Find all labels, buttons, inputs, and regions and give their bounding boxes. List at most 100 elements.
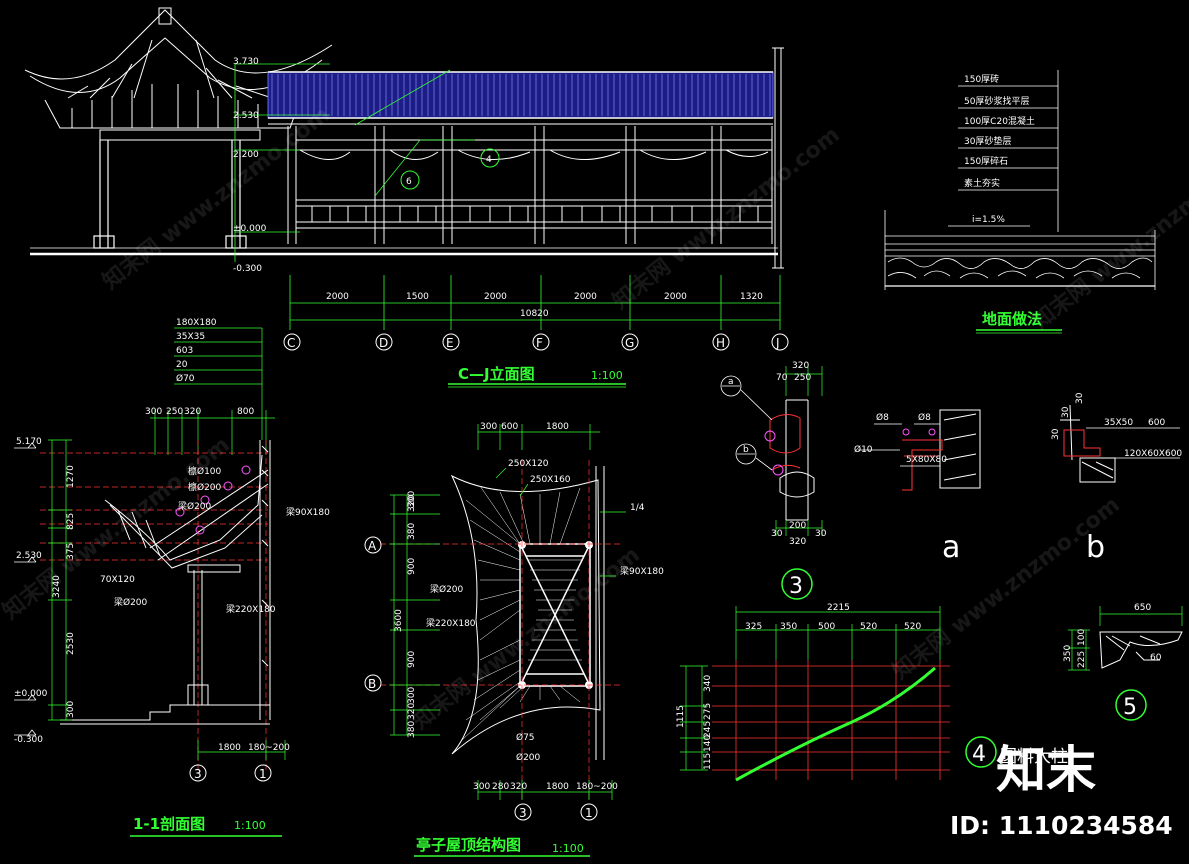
dim-label: 300 <box>66 701 76 718</box>
dim-label: 275 <box>703 703 713 720</box>
dim-label: 320 <box>792 361 809 371</box>
detail-b-bracket <box>1063 429 1101 457</box>
span-label: 2000 <box>574 292 597 302</box>
dim-label: 30 <box>771 529 783 539</box>
dim-label: 1800 <box>546 422 569 432</box>
member-label: 梁Ø200 <box>178 500 212 512</box>
member-label: Ø75 <box>516 732 535 743</box>
brand-mark: 知末 <box>996 741 1096 799</box>
section-note: 180X180 <box>176 318 217 328</box>
level-label: 2.530 <box>16 551 42 561</box>
detail-5-profile <box>1099 631 1183 669</box>
roof-side-dim-labels: 320 380 300 900 3600 900 300 320 380 <box>394 491 417 738</box>
detail-3-dimensions <box>775 366 823 536</box>
section-note: 603 <box>176 346 193 356</box>
floor-layer: 150厚碎石 <box>964 155 1008 167</box>
total-length-label: 10820 <box>520 309 549 319</box>
axis-label: G <box>625 336 634 350</box>
elevation-dimension-chain <box>289 275 781 330</box>
dim-label: 380 <box>407 523 417 540</box>
axis-label: 1 <box>259 767 267 781</box>
watermark-text: 知末网 www.znzmo.com <box>408 542 645 735</box>
detail-5: 650 350 225 100 60 5 <box>1063 603 1183 721</box>
dim-label: 600 <box>501 422 518 432</box>
detail-3: a b 320 70 250 30 200 30 320 3 <box>720 361 827 600</box>
watermark-text: 知末网 www.znzmo.com <box>1028 142 1189 335</box>
roof-outline <box>450 474 601 755</box>
dim-label: 300 <box>407 491 417 508</box>
axis-label: F <box>536 336 543 350</box>
dim-label: 180~200 <box>576 782 618 792</box>
axis-label: 1 <box>585 806 593 820</box>
dim-label: 3600 <box>394 609 404 632</box>
span-label: 1500 <box>406 292 429 302</box>
column-curve <box>735 666 936 782</box>
detail-b-label: 120X60X600 <box>1124 449 1182 459</box>
member-label: Ø200 <box>516 752 541 763</box>
dim-label: 250 <box>794 373 811 383</box>
section-top-dim-labels: 300 250 320 800 <box>145 407 254 417</box>
floor-layer: 素土夯实 <box>964 177 1000 189</box>
axis-label: E <box>446 336 454 350</box>
member-label: 梁220X180 <box>226 603 276 615</box>
span-label: 2000 <box>664 292 687 302</box>
axis-label: A <box>368 539 377 553</box>
curve-height-labels: 340 275 245 140 115 <box>703 675 713 770</box>
level-label: 5.170 <box>16 437 42 447</box>
dim-label: 140 <box>703 735 713 752</box>
dim-label: 30 <box>1051 428 1061 440</box>
level-label: 3.730 <box>233 57 259 67</box>
roof-title: 亭子屋顶结构图 <box>416 836 521 854</box>
detail-marker: a <box>942 530 960 565</box>
dim-label: 70 <box>776 373 788 383</box>
axis-label: B <box>368 677 376 691</box>
dim-label: 2530 <box>66 632 76 655</box>
floor-detail: 150厚砖 50厚砂浆找平层 100厚C20混凝土 30厚砂垫层 150厚碎石 … <box>884 70 1156 334</box>
dim-label: 30 <box>815 529 827 539</box>
dim-label: 2215 <box>827 603 850 613</box>
curve-grid <box>712 660 950 780</box>
axis-label: 3 <box>519 806 527 820</box>
dim-label: 340 <box>703 675 713 692</box>
watermark-text: 知末网 www.znzmo.com <box>98 102 335 295</box>
detail-a-wall <box>939 409 981 489</box>
elevation-scale: 1:100 <box>591 369 623 382</box>
roof-axis-bubbles-left <box>364 536 382 692</box>
span-label: 2000 <box>484 292 507 302</box>
marker-label: b <box>743 445 749 455</box>
dim-label: 300 <box>480 422 497 432</box>
span-label: 1320 <box>740 292 763 302</box>
section-scale: 1:100 <box>234 819 266 832</box>
dim-label: 320 <box>184 407 201 417</box>
member-label: 梁Ø200 <box>430 583 464 595</box>
watermark-text: 知末网 www.znzmo.com <box>0 432 235 625</box>
dim-label: 650 <box>1134 603 1151 613</box>
dim-label: 350 <box>1063 645 1073 662</box>
floor-leader-lines <box>958 70 1059 232</box>
axis-label: C <box>287 336 295 350</box>
floor-layer: 150厚砖 <box>964 73 999 85</box>
detail-a-label: Ø8 <box>876 412 889 423</box>
dim-label: 300 <box>407 687 417 704</box>
axis-label: D <box>379 336 388 350</box>
detail-a-labels: Ø8 Ø8 Ø10 5X80X80 <box>854 412 947 465</box>
detail-3-dim-labels: 320 70 250 30 200 30 320 <box>771 361 827 547</box>
dim-label: 1800 <box>546 782 569 792</box>
detail-3-column <box>779 399 815 521</box>
detail-number: 4 <box>972 742 986 767</box>
detail-a-label: 5X80X80 <box>906 455 947 465</box>
dim-label: 225 <box>1077 651 1087 668</box>
dim-label: 300 <box>473 782 490 792</box>
member-label: 250X120 <box>508 459 549 469</box>
detail-3-bracket <box>769 414 801 471</box>
axis-label: H <box>716 336 725 350</box>
floor-layer: 100厚C20混凝土 <box>964 115 1035 127</box>
dim-label: 1270 <box>66 465 76 488</box>
dim-label: 900 <box>407 558 417 575</box>
member-label: 1/4 <box>630 503 645 513</box>
section-note: 35X35 <box>176 332 205 342</box>
roof-scale: 1:100 <box>552 842 584 855</box>
elevation-callouts <box>400 148 500 190</box>
span-label: 2000 <box>326 292 349 302</box>
detail-a-bolts <box>902 428 936 436</box>
